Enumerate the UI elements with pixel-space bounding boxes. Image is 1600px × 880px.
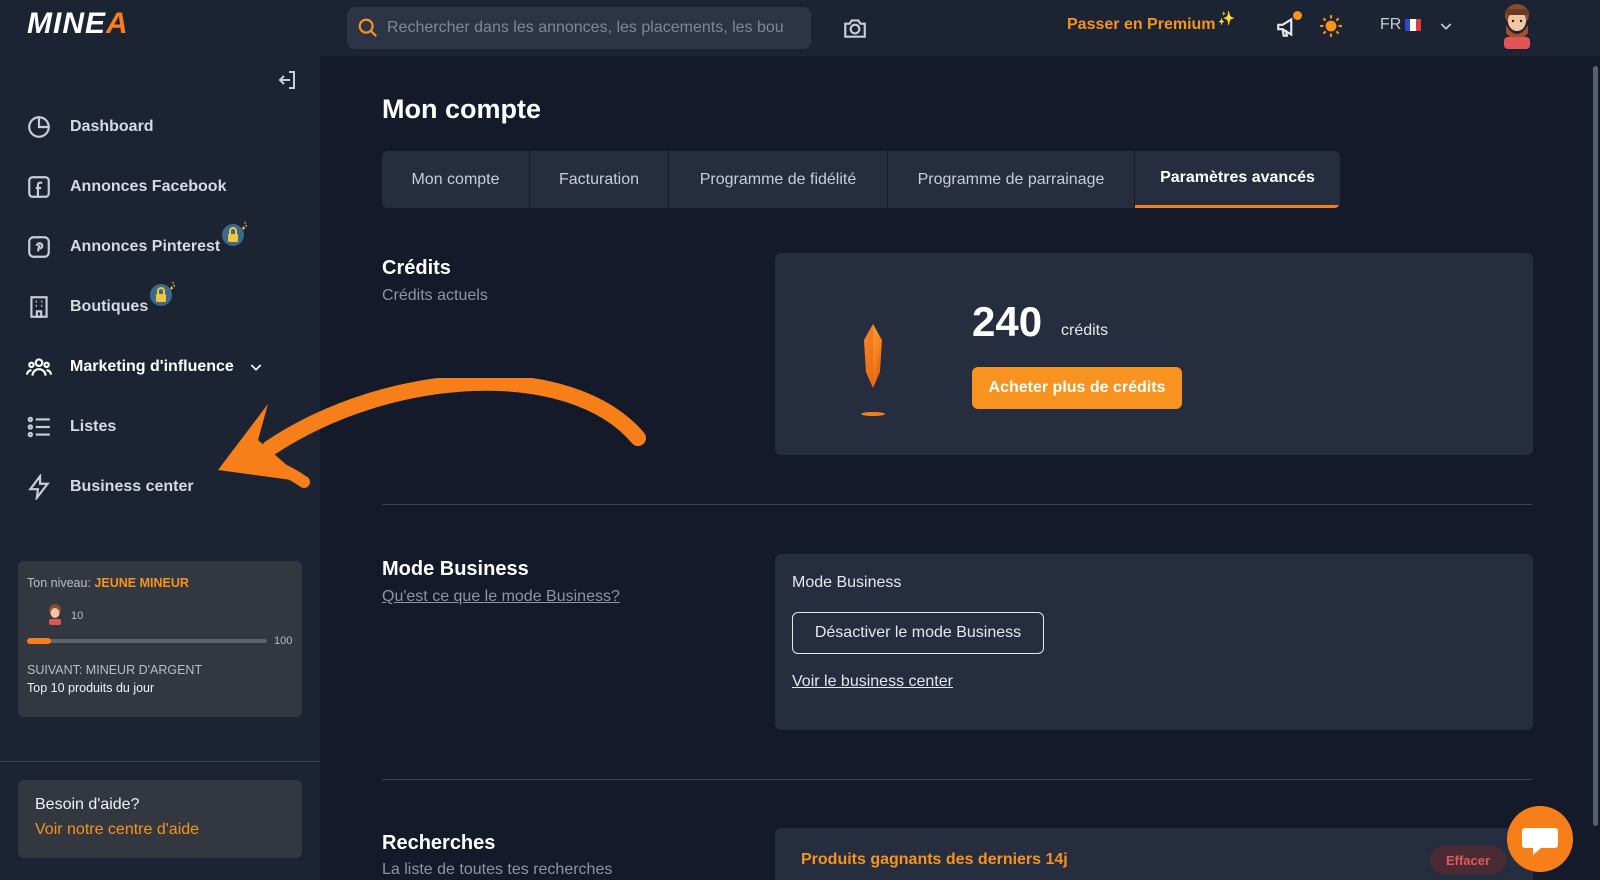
chat-icon bbox=[1522, 828, 1558, 855]
business-center-link[interactable]: Voir le business center bbox=[792, 673, 953, 691]
user-avatar[interactable] bbox=[1498, 3, 1536, 49]
credits-amount: 240 bbox=[972, 298, 1043, 345]
level-rank: JEUNE MINEUR bbox=[94, 576, 189, 590]
search-input[interactable] bbox=[387, 7, 802, 49]
divider bbox=[0, 761, 320, 762]
business-mode-label: Mode Business bbox=[792, 574, 902, 591]
building-icon bbox=[30, 296, 48, 318]
help-card: Besoin d'aide? Voir notre centre d'aide bbox=[18, 780, 302, 858]
chevron-down-icon[interactable] bbox=[1438, 18, 1454, 34]
credits-unit: crédits bbox=[1061, 322, 1109, 339]
minea-logo[interactable]: MINEA bbox=[27, 7, 129, 41]
pie-chart-icon bbox=[28, 116, 50, 138]
divider bbox=[382, 504, 1532, 505]
crystal-icon bbox=[861, 324, 885, 416]
clear-search-button[interactable]: Effacer bbox=[1430, 846, 1506, 874]
help-center-link[interactable]: Voir notre centre d'aide bbox=[35, 821, 199, 839]
sidebar-item-business-center[interactable]: Business center bbox=[26, 472, 194, 502]
level-progress-bar bbox=[27, 638, 267, 644]
pinterest-icon bbox=[28, 236, 50, 258]
collapse-sidebar-icon[interactable] bbox=[275, 68, 299, 92]
deactivate-business-button[interactable]: Désactiver le mode Business bbox=[792, 612, 1044, 654]
level-progress-fill bbox=[27, 638, 51, 644]
list-icon bbox=[27, 416, 50, 438]
lock-icon: ✨ bbox=[222, 221, 247, 246]
sidebar-item-influence[interactable]: Marketing d'influence bbox=[26, 352, 264, 382]
business-help-link[interactable]: Qu'est ce que le mode Business? bbox=[382, 588, 620, 606]
account-tabs: Mon compte Facturation Programme de fidé… bbox=[382, 151, 1340, 208]
notification-dot bbox=[1293, 11, 1302, 20]
camera-icon[interactable] bbox=[842, 15, 868, 41]
top-bar: MINEA Passer en Premium✨ FR bbox=[0, 0, 1600, 56]
sidebar-item-listes[interactable]: Listes bbox=[26, 412, 116, 442]
sun-icon[interactable] bbox=[1318, 13, 1344, 39]
sidebar-item-dashboard[interactable]: Dashboard bbox=[26, 112, 154, 142]
lightning-icon bbox=[28, 474, 50, 500]
avatar bbox=[49, 604, 61, 625]
france-flag-icon bbox=[1405, 19, 1421, 31]
searches-title: Recherches bbox=[382, 832, 496, 854]
level-max: 100 bbox=[274, 635, 293, 647]
credits-panel bbox=[775, 253, 1533, 455]
level-current: 10 bbox=[71, 610, 84, 622]
next-level: SUIVANT: MINEUR D'ARGENT bbox=[27, 663, 203, 677]
facebook-icon bbox=[28, 176, 50, 198]
search-bar[interactable] bbox=[347, 7, 811, 49]
sidebar-item-facebook[interactable]: Annonces Facebook bbox=[26, 172, 226, 202]
tab-facturation[interactable]: Facturation bbox=[530, 151, 669, 208]
scrollbar[interactable] bbox=[1593, 66, 1598, 826]
buy-credits-button[interactable]: Acheter plus de crédits bbox=[972, 367, 1182, 409]
tab-parametres-avances[interactable]: Paramètres avancés bbox=[1135, 151, 1340, 208]
searches-subtitle: La liste de toutes tes recherches bbox=[382, 861, 613, 878]
svg-text:✨: ✨ bbox=[241, 221, 247, 231]
lock-icon: ✨ bbox=[150, 281, 175, 306]
business-title: Mode Business bbox=[382, 558, 529, 580]
premium-button[interactable]: Passer en Premium ✨ bbox=[1067, 10, 1235, 34]
chat-button[interactable] bbox=[1507, 806, 1573, 872]
sidebar-item-pinterest[interactable]: Annonces Pinterest bbox=[26, 232, 220, 262]
next-level-reward: Top 10 produits du jour bbox=[27, 681, 155, 695]
tab-parrainage[interactable]: Programme de parrainage bbox=[888, 151, 1135, 208]
divider bbox=[382, 779, 1532, 780]
saved-search-item[interactable]: Produits gagnants des derniers 14j bbox=[801, 851, 1068, 869]
tab-mon-compte[interactable]: Mon compte bbox=[382, 151, 530, 208]
search-icon bbox=[358, 18, 378, 38]
svg-text:✨: ✨ bbox=[169, 281, 175, 291]
help-title: Besoin d'aide? bbox=[35, 796, 140, 813]
sidebar-item-boutiques[interactable]: Boutiques bbox=[26, 292, 148, 322]
credits-title: Crédits bbox=[382, 257, 451, 279]
sidebar: Dashboard Annonces Facebook Annonces Pin… bbox=[0, 56, 320, 880]
language-selector[interactable]: FR bbox=[1380, 16, 1401, 34]
sparkle-icon: ✨ bbox=[1217, 10, 1235, 26]
tab-fidelite[interactable]: Programme de fidélité bbox=[669, 151, 888, 208]
level-card: Ton niveau: JEUNE MINEUR 10 100 SUIVANT:… bbox=[18, 561, 302, 717]
users-icon bbox=[26, 358, 52, 376]
credits-subtitle: Crédits actuels bbox=[382, 287, 488, 304]
page-title: Mon compte bbox=[382, 94, 541, 124]
chevron-down-icon[interactable] bbox=[248, 359, 264, 375]
